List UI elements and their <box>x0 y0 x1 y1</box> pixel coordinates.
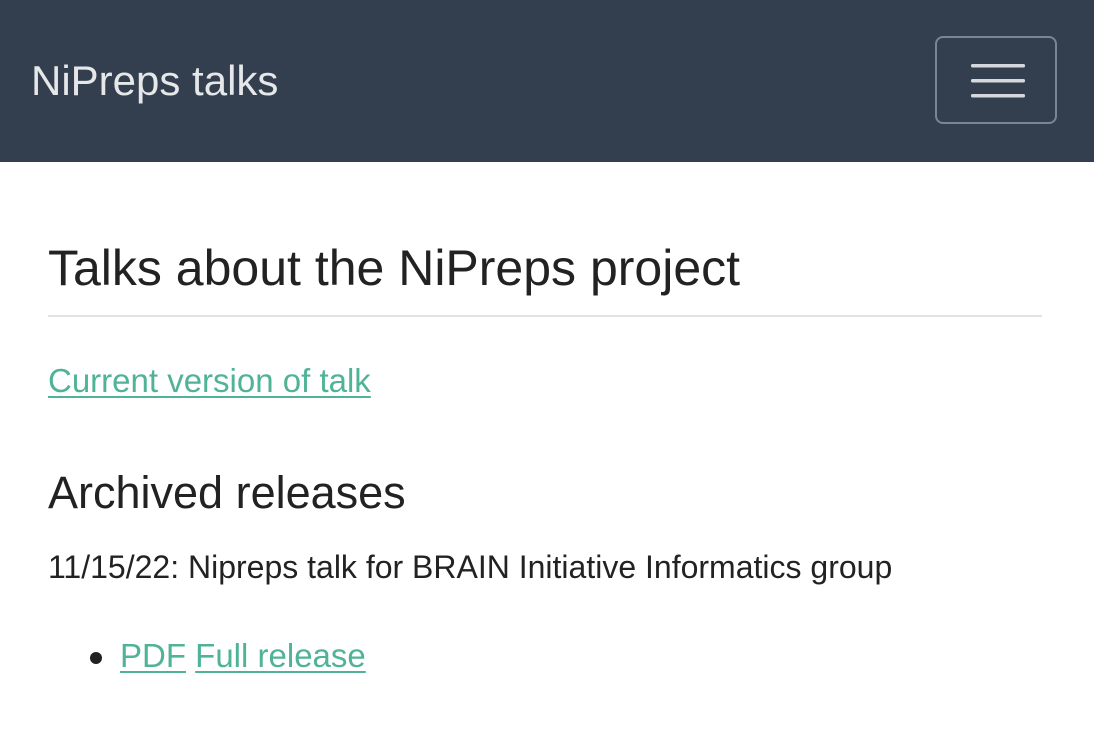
archived-releases-heading: Archived releases <box>48 467 406 518</box>
title-divider <box>48 315 1042 317</box>
release-links-list: PDF Full release <box>48 632 366 680</box>
page-title: Talks about the NiPreps project <box>48 240 741 296</box>
full-release-link[interactable]: Full release <box>195 637 366 674</box>
navbar-brand[interactable]: NiPreps talks <box>31 54 278 108</box>
navbar-toggle-button[interactable] <box>935 36 1057 124</box>
current-version-link[interactable]: Current version of talk <box>48 358 371 404</box>
hamburger-menu-icon <box>971 64 1025 98</box>
bullet-icon <box>90 652 102 664</box>
release-description: 11/15/22: Nipreps talk for BRAIN Initiat… <box>48 549 893 585</box>
list-item: PDF Full release <box>48 632 366 680</box>
pdf-link[interactable]: PDF <box>120 637 186 674</box>
navbar: NiPreps talks <box>0 0 1094 162</box>
